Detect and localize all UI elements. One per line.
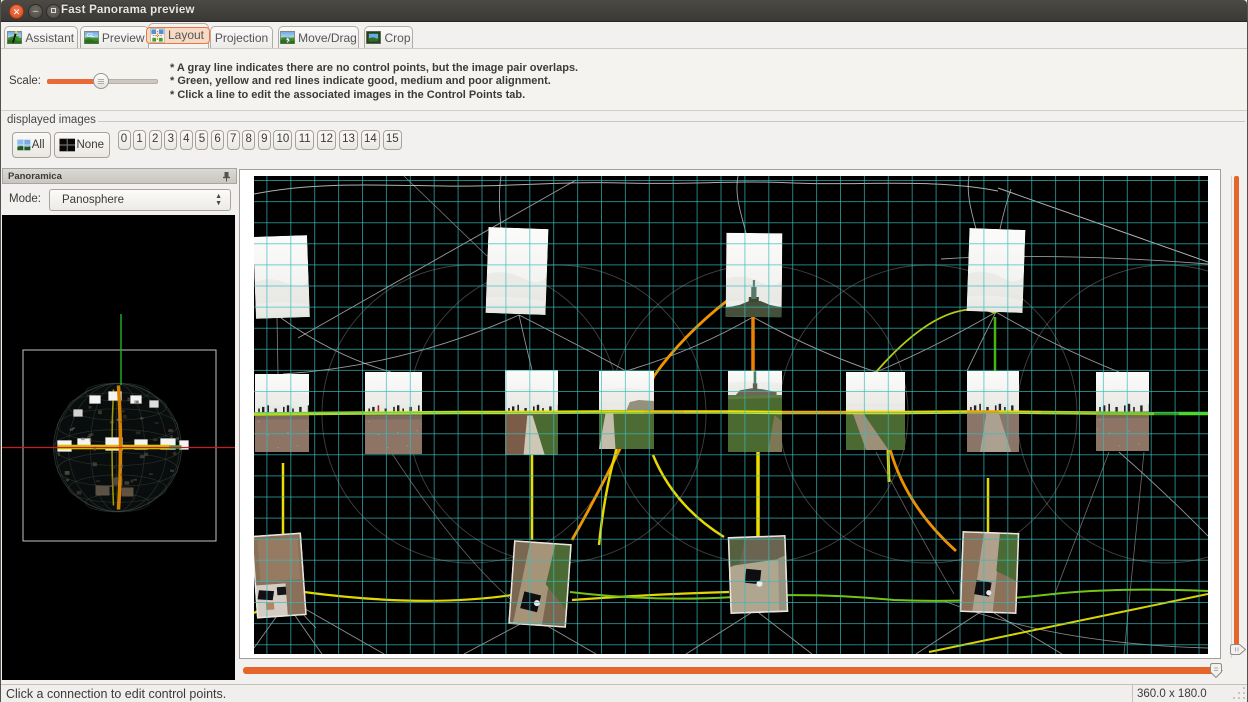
- svg-text:GL: GL: [87, 33, 95, 39]
